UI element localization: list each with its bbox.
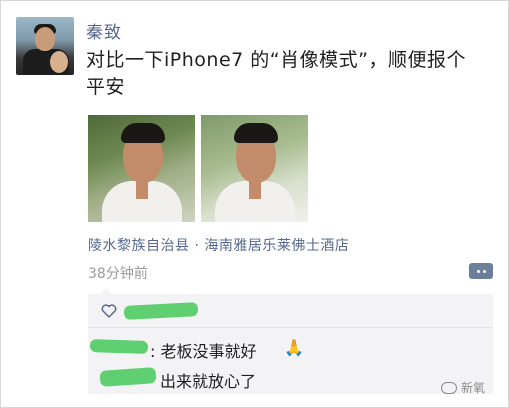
post-text: 对比一下iPhone7 的“肖像模式”，顺便报个平安 [86, 49, 466, 98]
pray-emoji: 🙏 [284, 338, 304, 357]
author-name[interactable]: 秦致 [86, 18, 122, 43]
comment-text: 出来就放心了 [160, 372, 257, 391]
watermark: 新氧 [441, 379, 485, 396]
moments-post: 秦致 对比一下iPhone7 的“肖像模式”，顺便报个平安 陵水黎族自治县 · … [0, 0, 509, 408]
likes-row [88, 294, 493, 328]
watermark-logo-icon [441, 381, 457, 394]
heart-outline-icon [101, 304, 117, 318]
likes-comments-panel: : 老板没事就好 🙏 出来就放心了 [88, 288, 493, 394]
location-link[interactable]: 陵水黎族自治县 · 海南雅居乐莱佛士酒店 [88, 235, 349, 255]
post-photo-2[interactable] [201, 115, 308, 222]
redacted-commenter-name [99, 367, 157, 387]
comment-more-icon[interactable] [469, 263, 493, 279]
redacted-liker-names [123, 302, 199, 320]
comment-item[interactable]: 出来就放心了 [88, 366, 493, 392]
avatar[interactable] [16, 17, 74, 75]
comment-text: : 老板没事就好 [150, 342, 257, 361]
post-photo-1[interactable] [88, 115, 195, 222]
watermark-text: 新氧 [461, 381, 486, 395]
post-time: 38分钟前 [88, 266, 148, 282]
comment-item[interactable]: : 老板没事就好 🙏 [88, 336, 493, 362]
redacted-commenter-name [89, 338, 149, 355]
